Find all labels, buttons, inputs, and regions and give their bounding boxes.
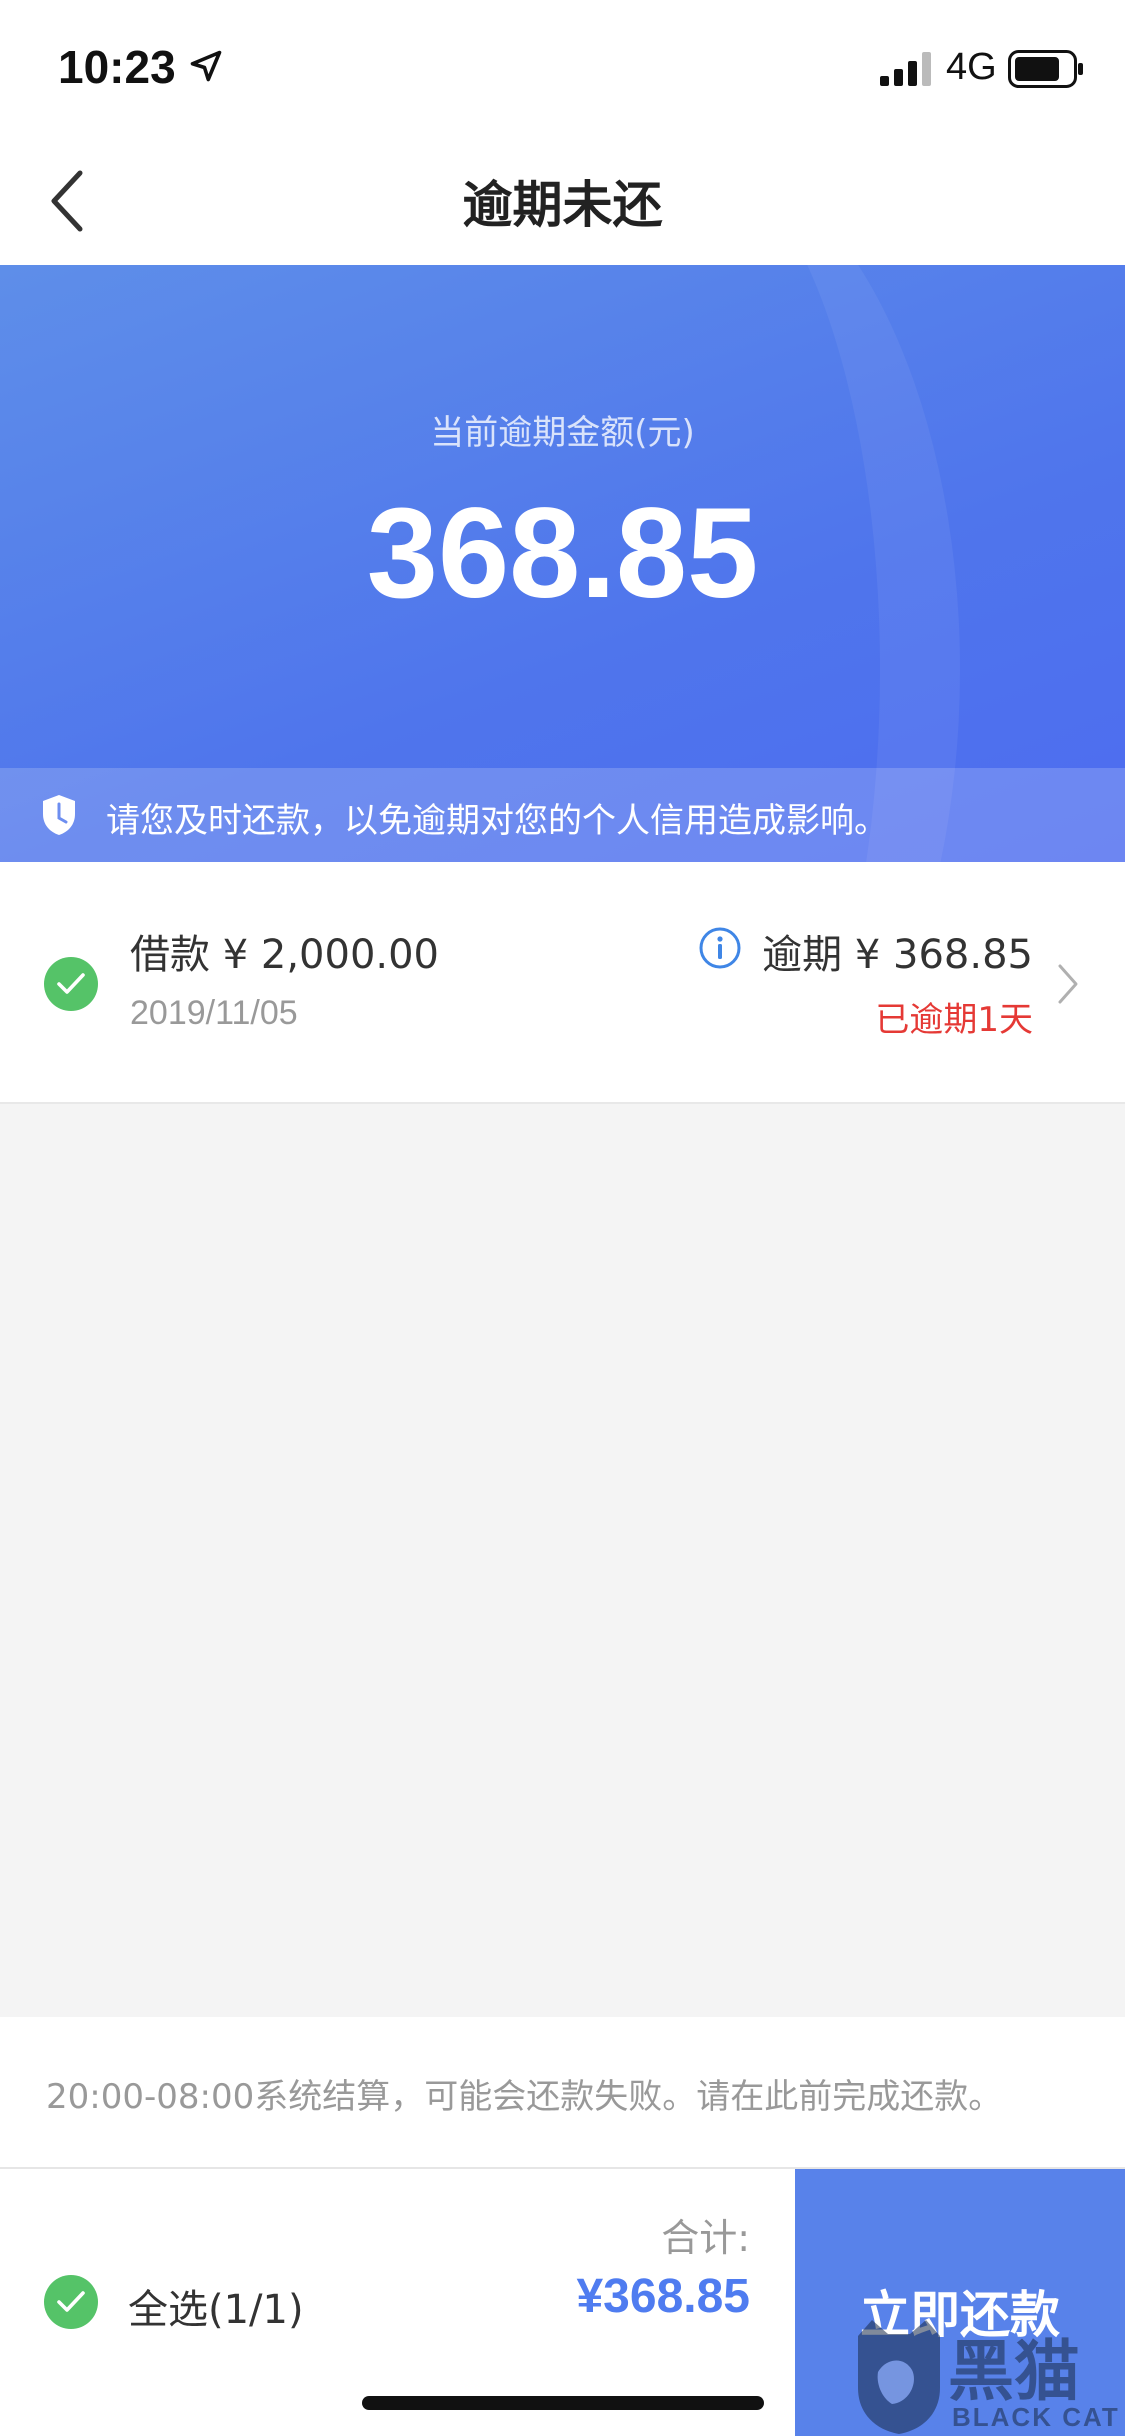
total-label: 合计: <box>661 2216 750 2260</box>
status-bar: 10:23 4G <box>0 0 1125 135</box>
settlement-notice-text: 20:00-08:00系统结算，可能会还款失败。请在此前完成还款。 <box>46 2077 1003 2117</box>
watermark-cn: 黑猫 <box>948 2333 1080 2410</box>
page-title: 逾期未还 <box>462 176 663 234</box>
cellular-signal-icon <box>880 52 931 86</box>
credit-notice-text: 请您及时还款，以免逾期对您的个人信用造成影响。 <box>106 801 888 841</box>
loan-overdue-days: 已逾期1天 <box>875 1000 1033 1040</box>
network-type: 4G <box>946 46 997 88</box>
location-arrow-icon <box>190 50 222 82</box>
credit-notice: 请您及时还款，以免逾期对您的个人信用造成影响。 <box>0 768 1125 862</box>
loan-row[interactable]: 借款 ¥ 2,000.00 2019/11/05 逾期 ¥ 368.85 已逾期… <box>0 862 1125 1104</box>
watermark-logo: 黑猫 BLACK CAT <box>852 2318 1125 2436</box>
overdue-amount-label: 当前逾期金额(元) <box>430 413 695 453</box>
checkmark-icon <box>57 2291 85 2312</box>
loan-principal: 借款 ¥ 2,000.00 <box>130 932 440 978</box>
loan-date: 2019/11/05 <box>130 994 298 1032</box>
info-icon[interactable] <box>698 926 742 970</box>
status-time: 10:23 <box>58 41 176 93</box>
home-indicator[interactable] <box>362 2396 764 2410</box>
cat-logo-icon <box>858 2320 940 2434</box>
overdue-amount: 368.85 <box>366 482 759 625</box>
nav-bar: 逾期未还 <box>0 135 1125 265</box>
checkmark-icon <box>57 973 85 994</box>
overdue-summary-banner: 当前逾期金额(元) 368.85 请您及时还款，以免逾期对您的个人信用造成影响。 <box>0 265 1125 862</box>
select-all-checkbox[interactable] <box>44 2275 98 2329</box>
settlement-notice: 20:00-08:00系统结算，可能会还款失败。请在此前完成还款。 <box>0 2017 1125 2167</box>
shield-icon <box>43 795 75 835</box>
chevron-right-icon <box>1058 964 1078 1004</box>
loan-overdue-amount: 逾期 ¥ 368.85 <box>762 932 1033 978</box>
loan-select-checkbox[interactable] <box>44 957 98 1011</box>
battery-icon <box>1008 50 1083 88</box>
watermark-en: BLACK CAT <box>952 2402 1120 2432</box>
total-amount: ¥368.85 <box>576 2270 750 2323</box>
select-all-label[interactable]: 全选(1/1) <box>128 2277 304 2335</box>
